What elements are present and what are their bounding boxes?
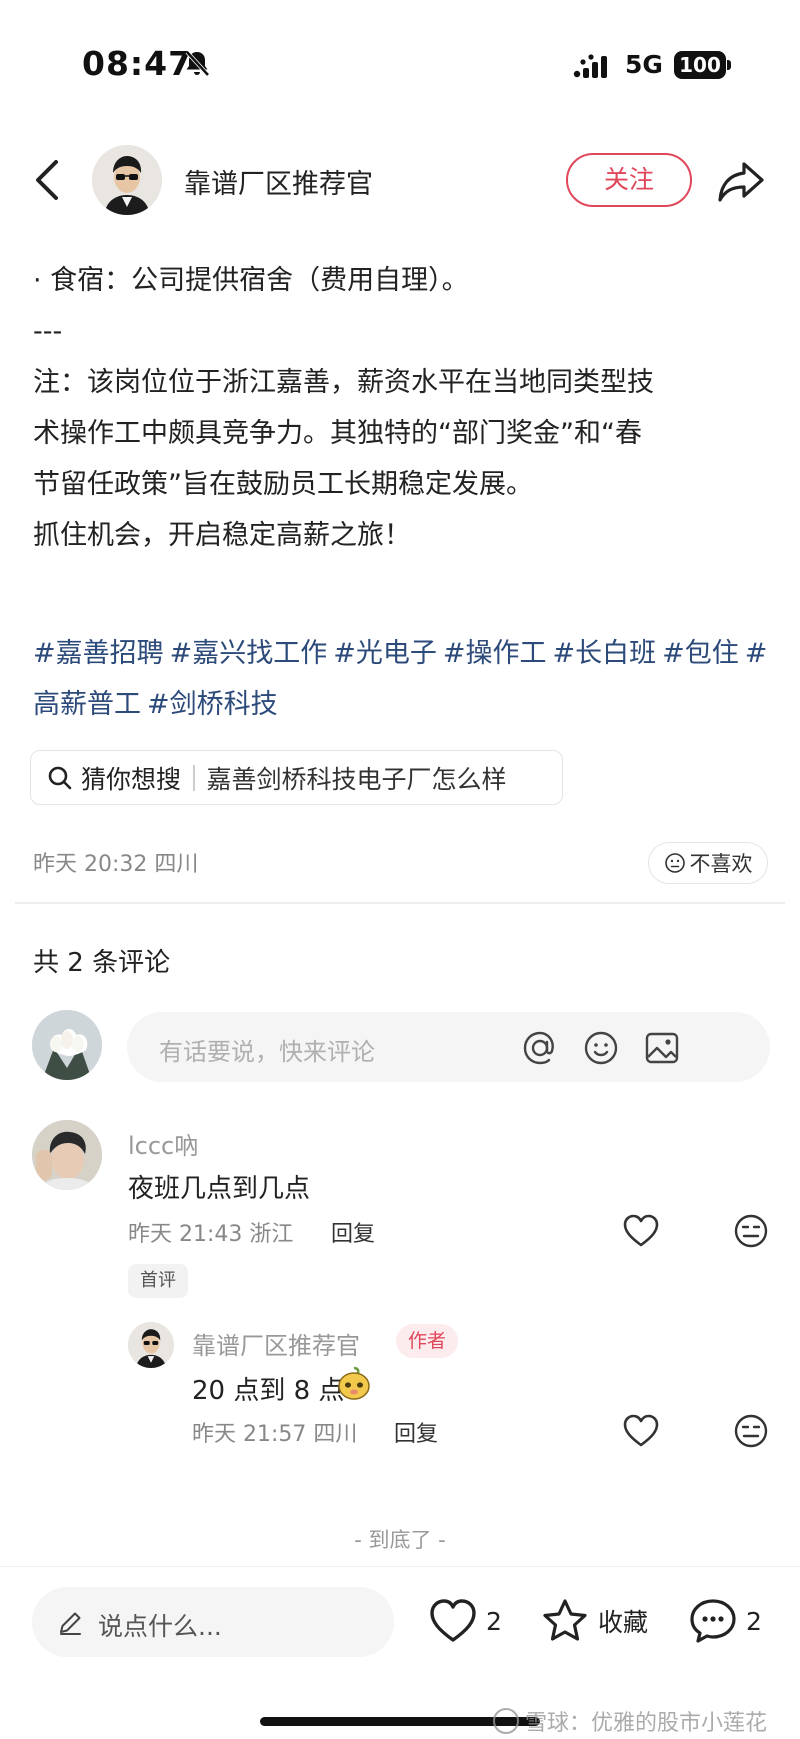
reply-author-avatar[interactable]: [128, 1322, 174, 1368]
post-line: 节留任政策”旨在鼓励员工长期稳定发展。: [33, 469, 533, 500]
post-tags: #嘉善招聘 #嘉兴找工作 #光电子 #操作工 #长白班 #包住 #高薪普工 #剑桥科技: [33, 628, 773, 730]
post-header: 靠谱厂区推荐官 关注: [0, 130, 800, 230]
at-mention-icon[interactable]: [522, 1030, 558, 1066]
post-line: ---: [33, 316, 63, 347]
hashtag[interactable]: #操作工: [443, 638, 547, 669]
comment-input[interactable]: 有话要说，快来评论: [127, 1012, 770, 1082]
commenter-avatar[interactable]: [32, 1120, 102, 1190]
search-icon: [48, 766, 72, 789]
share-icon[interactable]: [716, 158, 766, 204]
reply-author-name[interactable]: 靠谱厂区推荐官: [192, 1326, 360, 1361]
bell-mute-icon: [185, 50, 210, 77]
hashtag[interactable]: #嘉善招聘: [33, 638, 164, 669]
search-chip-query: 嘉善剑桥科技电子厂怎么样: [206, 764, 507, 794]
dislike-face-icon[interactable]: [732, 1413, 770, 1449]
hashtag[interactable]: #剑桥科技: [147, 689, 278, 720]
network-type: 5G: [625, 50, 663, 79]
search-chip-keyword: 猜你想搜: [81, 764, 182, 794]
star-icon: [543, 1599, 587, 1641]
battery-icon: 100: [674, 51, 726, 79]
watermark-text: 雪球：优雅的股市小莲花: [525, 1711, 768, 1736]
post-line: · 食宿：公司提供宿舍（费用自理）。: [33, 265, 469, 296]
like-button[interactable]: 2: [428, 1597, 502, 1645]
like-count: 2: [486, 1606, 502, 1636]
collect-button[interactable]: 收藏: [540, 1597, 648, 1645]
comment-time-location: 昨天 21:43 浙江: [128, 1222, 294, 1247]
section-divider: [15, 902, 785, 904]
heart-icon[interactable]: [622, 1413, 660, 1449]
signal-icon: [573, 54, 607, 78]
post-line: 抓住机会，开启稳定高薪之旅！: [33, 520, 411, 551]
comment-count-bottom: 2: [746, 1606, 762, 1636]
divider: [193, 764, 195, 791]
neutral-face-icon: [664, 853, 685, 873]
heart-icon: [430, 1599, 476, 1642]
first-comment-badge: 首评: [128, 1264, 188, 1298]
status-time: 08:47: [82, 44, 193, 83]
dislike-face-icon[interactable]: [732, 1213, 770, 1249]
post-line: 术操作工中颇具竞争力。其独特的“部门奖金”和“春: [33, 418, 642, 449]
dislike-button[interactable]: 不喜欢: [648, 842, 768, 884]
battery-tip: [727, 60, 731, 70]
image-icon[interactable]: [644, 1030, 680, 1066]
post-time-location: 昨天 20:32 四川: [33, 852, 199, 877]
author-badge: 作者: [396, 1324, 459, 1358]
post-line: 注：该岗位位于浙江嘉善，薪资水平在当地同类型技: [33, 367, 654, 398]
reply-text: 20 点到 8 点: [192, 1376, 345, 1406]
dislike-label: 不喜欢: [689, 852, 753, 876]
suggested-search-chip[interactable]: 猜你想搜 嘉善剑桥科技电子厂怎么样: [30, 750, 563, 805]
heart-icon[interactable]: [622, 1213, 660, 1249]
emoji-icon[interactable]: [583, 1030, 619, 1066]
comment-bubble-icon: [690, 1599, 736, 1643]
comment-button[interactable]: 2: [688, 1597, 762, 1645]
hashtag[interactable]: #嘉兴找工作: [170, 638, 328, 669]
post-body: · 面试准备：需带身份证原件、一支笔及体检费。 · 食宿：公司提供宿舍（费用自理…: [33, 215, 773, 561]
watermark-logo-icon: [493, 1708, 519, 1734]
my-avatar: [32, 1010, 102, 1080]
reply-time-location: 昨天 21:57 四川: [192, 1422, 358, 1447]
bottom-action-bar: 说点什么... 2 收藏 2 雪球：优雅的股市小莲花: [0, 1566, 800, 1739]
say-something-input[interactable]: 说点什么...: [32, 1587, 394, 1657]
author-avatar[interactable]: [92, 145, 162, 215]
pencil-icon: [60, 1612, 81, 1635]
status-bar: 08:47 5G 100: [0, 0, 800, 130]
hashtag[interactable]: #长白班: [553, 638, 657, 669]
author-name[interactable]: 靠谱厂区推荐官: [184, 162, 373, 201]
watermark: 雪球：优雅的股市小莲花: [493, 1705, 767, 1737]
collect-label: 收藏: [598, 1608, 649, 1637]
end-of-list-text: - 到底了 -: [354, 1528, 446, 1552]
comment-input-placeholder: 有话要说，快来评论: [159, 1038, 375, 1066]
hashtag[interactable]: #光电子: [333, 638, 437, 669]
commenter-name[interactable]: lccc吶: [128, 1126, 198, 1161]
comment-count: 共 2 条评论: [33, 948, 171, 978]
hashtag[interactable]: #包住: [662, 638, 739, 669]
mascot-emoji-icon: [338, 1366, 370, 1400]
back-arrow-icon[interactable]: [30, 158, 66, 202]
say-something-placeholder: 说点什么...: [98, 1612, 222, 1641]
reply-button[interactable]: 回复: [331, 1216, 375, 1248]
follow-button[interactable]: 关注: [566, 153, 692, 207]
comment-text: 夜班几点到几点: [128, 1174, 311, 1204]
reply-button[interactable]: 回复: [394, 1416, 438, 1448]
